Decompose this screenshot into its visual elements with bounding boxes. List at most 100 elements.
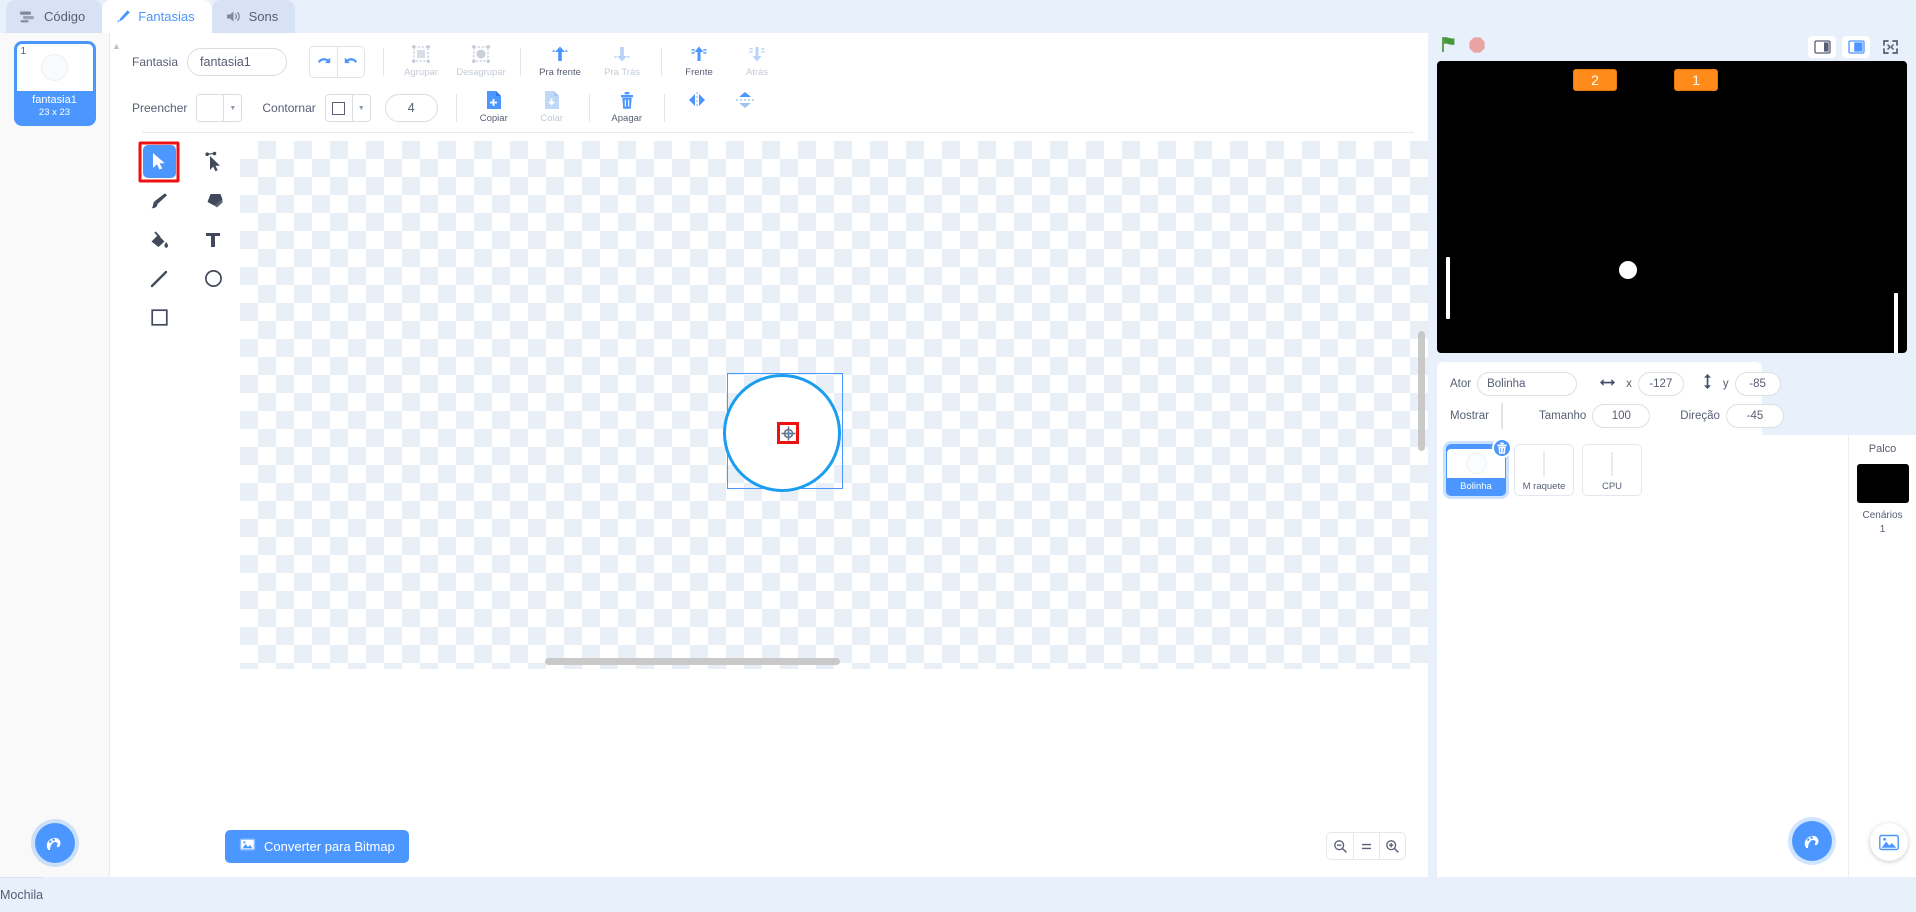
center-crosshair-highlight [777,422,799,444]
stage-title: Palco [1868,443,1897,455]
scroll-up-icon: ▲ [112,41,121,51]
size-label: Tamanho [1538,410,1587,422]
stop-icon[interactable] [1468,36,1486,59]
outline-swatch [325,95,352,121]
flip-horizontal-button[interactable] [673,86,721,130]
flip-vertical-button[interactable] [721,86,769,130]
arrows-horizontal-icon [1599,375,1616,393]
score-display-right: 1 [1674,69,1718,91]
fullscreen-button[interactable] [1876,36,1904,58]
eraser-tool[interactable] [186,181,240,220]
x-position-input[interactable] [1637,372,1684,396]
circle-tool[interactable] [186,259,240,298]
sprite-info-row-2: Mostrar Tamanho Direção [1437,401,1784,431]
fill-tool[interactable] [132,220,186,259]
costume-size: 23 x 23 [38,106,71,118]
ball-sprite [1619,261,1637,279]
costume-number: 1 [20,46,27,57]
stage-header [1428,33,1916,61]
text-tool[interactable] [186,220,240,259]
green-flag-icon[interactable] [1440,35,1459,59]
editor-body: 1 fantasia1 23 x 23 ▲ Fantasia fantasia1… [0,33,1916,877]
button-label: Pra Trás [604,66,640,78]
convert-to-bitmap-button[interactable]: Converter para Bitmap [225,829,409,863]
sprite-thumbnail [1515,449,1573,478]
arrows-vertical-icon [1702,373,1713,395]
stroke-width-input[interactable] [384,94,438,122]
delete-sprite-button[interactable] [1492,438,1512,458]
zoom-in-button[interactable] [1379,833,1405,859]
flip-vertical-icon [734,89,756,111]
back-button[interactable]: Atrás [728,40,786,84]
tab-fantasias[interactable]: Fantasias [102,0,212,33]
backdrops-label: Cenários [1862,510,1903,521]
line-tool[interactable] [132,259,186,298]
group-button[interactable]: Agrupar [392,40,450,84]
redo-button[interactable] [337,46,365,77]
backpack-bar[interactable]: Mochila [0,877,44,912]
sprite-name: Bolinha [1460,481,1492,492]
copy-button[interactable]: Copiar [465,86,523,130]
button-label: Agrupar [404,66,438,78]
canvas-wrapper [240,133,1428,815]
paint-canvas[interactable] [240,141,1428,669]
stage-layout-controls [1808,36,1904,58]
costume-item[interactable]: 1 fantasia1 23 x 23 [13,41,96,126]
backward-icon [612,43,632,65]
stage-thumbnail[interactable] [1856,464,1909,503]
back-icon [747,43,767,65]
fill-swatch [197,95,224,121]
zoom-reset-button[interactable] [1353,833,1379,859]
add-backdrop-button[interactable] [1870,823,1908,861]
large-stage-button[interactable] [1842,36,1870,58]
button-label: Pra frente [539,66,581,78]
sprite-grid: Bolinha M raquete CPU [1446,438,1848,496]
actor-label: Ator [1450,378,1472,390]
bitmap-button-label: Converter para Bitmap [264,838,395,854]
direction-input[interactable] [1725,404,1784,428]
paintbrush-icon [116,9,131,24]
fill-color-picker[interactable]: ▼ [196,94,243,122]
tab-sons[interactable]: Sons [211,0,296,33]
sprite-and-stage-row: Bolinha M raquete CPU Palco Cenários 1 [1428,435,1916,877]
backward-button[interactable]: Pra Trás [591,40,653,84]
delete-button[interactable]: Apagar [598,86,656,130]
score-display-left: 2 [1573,69,1617,91]
group-icon [411,43,431,65]
fill-label: Preencher [132,101,188,115]
rectangle-tool[interactable] [132,298,186,337]
code-icon [20,10,37,23]
canvas-vertical-scrollbar[interactable] [1418,331,1425,451]
zoom-out-button[interactable] [1327,833,1353,859]
canvas-horizontal-scrollbar[interactable] [545,658,840,665]
show-sprite-button[interactable] [1502,404,1503,428]
sprite-card-bolinha[interactable]: Bolinha [1446,438,1512,496]
ungroup-button[interactable]: Desagrupar [450,40,512,84]
sprite-thumbnail [1583,449,1641,478]
costume-name-input[interactable] [187,47,288,76]
small-stage-button[interactable] [1808,36,1836,58]
sprite-name-input[interactable] [1477,372,1578,396]
direction-label: Direção [1680,410,1720,422]
scratch-editor: Código Fantasias Sons 1 fantasia1 23 x 2… [0,0,1916,912]
tab-codigo[interactable]: Código [6,0,103,33]
outline-color-picker[interactable]: ▼ [324,94,371,122]
paste-button[interactable]: Colar [523,86,581,130]
undo-button[interactable] [310,46,338,77]
select-tool[interactable] [132,141,186,182]
y-position-input[interactable] [1734,372,1781,396]
shape-selection-box[interactable] [723,373,843,492]
add-sprite-button[interactable] [1792,821,1832,861]
size-input[interactable] [1592,404,1651,428]
front-button[interactable]: Frente [670,40,728,84]
sprite-info-panel: Ator x y Mostrar [1437,362,1784,435]
sprite-card-m-raquete[interactable]: M raquete [1514,444,1574,496]
forward-button[interactable]: Pra frente [529,40,591,84]
add-costume-button[interactable] [34,823,75,863]
stage-canvas[interactable]: 2 1 [1437,61,1907,353]
reshape-tool[interactable] [186,142,240,181]
brush-tool[interactable] [132,181,186,220]
button-label: Atrás [745,66,769,78]
sprite-card-cpu[interactable]: CPU [1582,444,1642,496]
sprite-name: M raquete [1522,481,1566,492]
